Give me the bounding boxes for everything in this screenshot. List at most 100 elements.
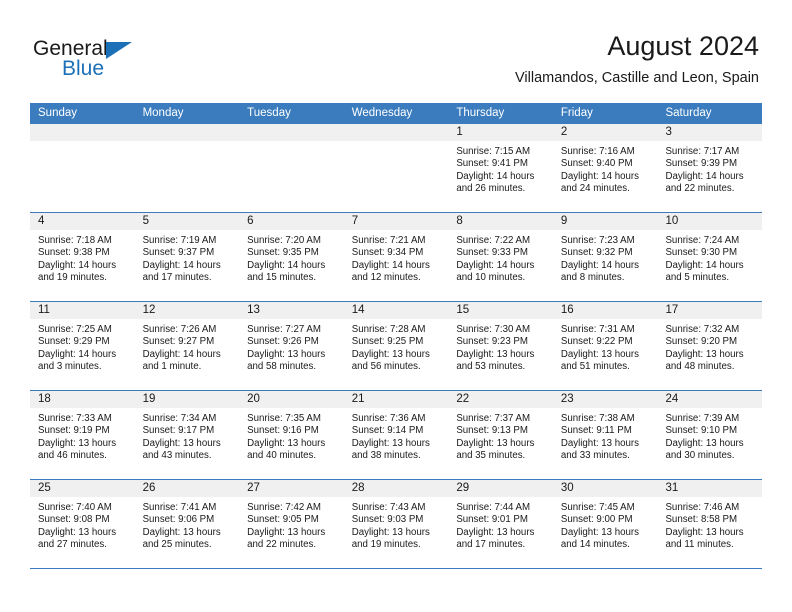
day-number: 27: [239, 480, 344, 497]
sunrise-text: Sunrise: 7:28 AM: [351, 324, 426, 335]
daylight-text-line2: and 1 minute.: [142, 361, 202, 373]
day-info: Sunrise: 7:41 AM Sunset: 9:06 PM Dayligh…: [135, 497, 240, 552]
calendar-day-cell[interactable]: 20 Sunrise: 7:35 AM Sunset: 9:16 PM Dayl…: [239, 391, 344, 479]
calendar-day-cell[interactable]: 30 Sunrise: 7:45 AM Sunset: 9:00 PM Dayl…: [552, 480, 658, 568]
daylight-text-line1: Daylight: 14 hours: [38, 259, 117, 271]
calendar-day-cell[interactable]: 23 Sunrise: 7:38 AM Sunset: 9:11 PM Dayl…: [552, 391, 658, 479]
daylight-text-line1: Daylight: 13 hours: [351, 348, 430, 360]
calendar-day-cell[interactable]: 8 Sunrise: 7:22 AM Sunset: 9:33 PM Dayli…: [448, 213, 553, 301]
daylight-text-line2: and 17 minutes.: [456, 539, 526, 551]
calendar-day-cell[interactable]: [343, 124, 449, 212]
sunrise-text: Sunrise: 7:22 AM: [456, 235, 531, 246]
day-number: 17: [657, 302, 763, 319]
daylight-text-line1: Daylight: 13 hours: [665, 348, 744, 360]
day-number: 31: [657, 480, 763, 497]
sunrise-text: Sunrise: 7:32 AM: [665, 324, 740, 335]
sunset-text: Sunset: 9:23 PM: [456, 336, 528, 348]
weekday-header-friday: Friday: [560, 107, 593, 119]
sunrise-text: Sunrise: 7:34 AM: [142, 413, 217, 424]
calendar-day-cell[interactable]: 13 Sunrise: 7:27 AM Sunset: 9:26 PM Dayl…: [239, 302, 344, 390]
day-info: Sunrise: 7:22 AM Sunset: 9:33 PM Dayligh…: [448, 230, 553, 285]
daylight-text-line1: Daylight: 13 hours: [456, 526, 535, 538]
daylight-text-line2: and 24 minutes.: [560, 183, 630, 195]
daylight-text-line1: Daylight: 14 hours: [665, 170, 744, 182]
sunrise-text: Sunrise: 7:44 AM: [456, 502, 531, 513]
daylight-text-line2: and 19 minutes.: [351, 539, 421, 551]
sunrise-text: Sunrise: 7:43 AM: [351, 502, 426, 513]
calendar-day-cell[interactable]: 4 Sunrise: 7:18 AM Sunset: 9:38 PM Dayli…: [30, 213, 135, 301]
calendar-day-cell[interactable]: 14 Sunrise: 7:28 AM Sunset: 9:25 PM Dayl…: [343, 302, 449, 390]
calendar-day-cell[interactable]: 15 Sunrise: 7:30 AM Sunset: 9:23 PM Dayl…: [448, 302, 553, 390]
day-info: Sunrise: 7:18 AM Sunset: 9:38 PM Dayligh…: [30, 230, 135, 285]
calendar-day-cell[interactable]: 12 Sunrise: 7:26 AM Sunset: 9:27 PM Dayl…: [134, 302, 240, 390]
calendar-day-cell[interactable]: 3 Sunrise: 7:17 AM Sunset: 9:39 PM Dayli…: [657, 124, 763, 212]
day-number: 11: [30, 302, 135, 319]
calendar-day-cell[interactable]: 17 Sunrise: 7:32 AM Sunset: 9:20 PM Dayl…: [657, 302, 763, 390]
calendar-day-cell[interactable]: 26 Sunrise: 7:41 AM Sunset: 9:06 PM Dayl…: [134, 480, 240, 568]
calendar-day-cell[interactable]: [239, 124, 344, 212]
sunset-text: Sunset: 9:35 PM: [247, 247, 319, 259]
day-number: 14: [343, 302, 449, 319]
calendar-day-cell[interactable]: 1 Sunrise: 7:15 AM Sunset: 9:41 PM Dayli…: [448, 124, 553, 212]
sunrise-text: Sunrise: 7:18 AM: [38, 235, 112, 246]
daylight-text-line1: Daylight: 14 hours: [456, 259, 535, 271]
calendar-day-cell[interactable]: 31 Sunrise: 7:46 AM Sunset: 8:58 PM Dayl…: [657, 480, 763, 568]
calendar-day-cell[interactable]: 7 Sunrise: 7:21 AM Sunset: 9:34 PM Dayli…: [343, 213, 449, 301]
daylight-text-line1: Daylight: 13 hours: [351, 437, 430, 449]
day-number: [134, 124, 240, 141]
day-number: 5: [134, 213, 240, 230]
daylight-text-line1: Daylight: 14 hours: [247, 259, 326, 271]
calendar-day-cell[interactable]: 9 Sunrise: 7:23 AM Sunset: 9:32 PM Dayli…: [552, 213, 658, 301]
calendar-day-cell[interactable]: [134, 124, 240, 212]
daylight-text-line2: and 8 minutes.: [560, 272, 625, 284]
day-number: 4: [30, 213, 135, 230]
daylight-text-line2: and 25 minutes.: [142, 539, 212, 551]
sunrise-text: Sunrise: 7:42 AM: [247, 502, 321, 513]
sunset-text: Sunset: 9:25 PM: [351, 336, 424, 348]
weekday-header-monday: Monday: [142, 107, 184, 119]
daylight-text-line2: and 27 minutes.: [38, 539, 107, 551]
daylight-text-line2: and 26 minutes.: [456, 183, 526, 195]
calendar-day-cell[interactable]: 2 Sunrise: 7:16 AM Sunset: 9:40 PM Dayli…: [552, 124, 658, 212]
sunrise-text: Sunrise: 7:25 AM: [38, 324, 112, 335]
daylight-text-line2: and 17 minutes.: [142, 272, 212, 284]
calendar-day-cell[interactable]: 19 Sunrise: 7:34 AM Sunset: 9:17 PM Dayl…: [134, 391, 240, 479]
daylight-text-line2: and 22 minutes.: [665, 183, 735, 195]
calendar-day-cell[interactable]: 6 Sunrise: 7:20 AM Sunset: 9:35 PM Dayli…: [239, 213, 344, 301]
sunrise-text: Sunrise: 7:15 AM: [456, 146, 531, 157]
calendar-day-cell[interactable]: 29 Sunrise: 7:44 AM Sunset: 9:01 PM Dayl…: [448, 480, 553, 568]
daylight-text-line1: Daylight: 14 hours: [560, 170, 639, 182]
day-number: 26: [134, 480, 240, 497]
calendar-day-cell[interactable]: 27 Sunrise: 7:42 AM Sunset: 9:05 PM Dayl…: [239, 480, 344, 568]
calendar-day-cell[interactable]: 24 Sunrise: 7:39 AM Sunset: 9:10 PM Dayl…: [657, 391, 763, 479]
calendar-week-row: 1 Sunrise: 7:15 AM Sunset: 9:41 PM Dayli…: [30, 124, 763, 213]
calendar-day-cell[interactable]: 11 Sunrise: 7:25 AM Sunset: 9:29 PM Dayl…: [30, 302, 135, 390]
sunset-text: Sunset: 9:19 PM: [38, 425, 110, 437]
day-info: Sunrise: 7:40 AM Sunset: 9:08 PM Dayligh…: [30, 497, 135, 552]
calendar-day-cell[interactable]: 10 Sunrise: 7:24 AM Sunset: 9:30 PM Dayl…: [657, 213, 763, 301]
daylight-text-line2: and 3 minutes.: [38, 361, 102, 373]
day-info: Sunrise: 7:23 AM Sunset: 9:32 PM Dayligh…: [553, 230, 658, 285]
day-number: 16: [552, 302, 658, 319]
sunset-text: Sunset: 9:01 PM: [456, 514, 528, 526]
sunset-text: Sunset: 9:34 PM: [351, 247, 424, 259]
calendar-day-cell[interactable]: 5 Sunrise: 7:19 AM Sunset: 9:37 PM Dayli…: [134, 213, 240, 301]
weekday-header-tuesday: Tuesday: [247, 107, 291, 119]
daylight-text-line2: and 19 minutes.: [38, 272, 107, 284]
sunrise-text: Sunrise: 7:16 AM: [560, 146, 635, 157]
daylight-text-line2: and 11 minutes.: [665, 539, 734, 551]
calendar-day-cell[interactable]: 18 Sunrise: 7:33 AM Sunset: 9:19 PM Dayl…: [30, 391, 135, 479]
sunset-text: Sunset: 9:29 PM: [38, 336, 110, 348]
daylight-text-line2: and 14 minutes.: [560, 539, 630, 551]
daylight-text-line2: and 53 minutes.: [456, 361, 526, 373]
calendar-day-cell[interactable]: 28 Sunrise: 7:43 AM Sunset: 9:03 PM Dayl…: [343, 480, 449, 568]
sunset-text: Sunset: 9:13 PM: [456, 425, 528, 437]
calendar-day-cell[interactable]: 25 Sunrise: 7:40 AM Sunset: 9:08 PM Dayl…: [30, 480, 135, 568]
sunrise-text: Sunrise: 7:23 AM: [560, 235, 635, 246]
calendar-day-cell[interactable]: 21 Sunrise: 7:36 AM Sunset: 9:14 PM Dayl…: [343, 391, 449, 479]
daylight-text-line1: Daylight: 13 hours: [560, 437, 639, 449]
calendar-day-cell[interactable]: 16 Sunrise: 7:31 AM Sunset: 9:22 PM Dayl…: [552, 302, 658, 390]
calendar-day-cell[interactable]: 22 Sunrise: 7:37 AM Sunset: 9:13 PM Dayl…: [448, 391, 553, 479]
day-number: 10: [657, 213, 763, 230]
calendar-day-cell[interactable]: [30, 124, 135, 212]
